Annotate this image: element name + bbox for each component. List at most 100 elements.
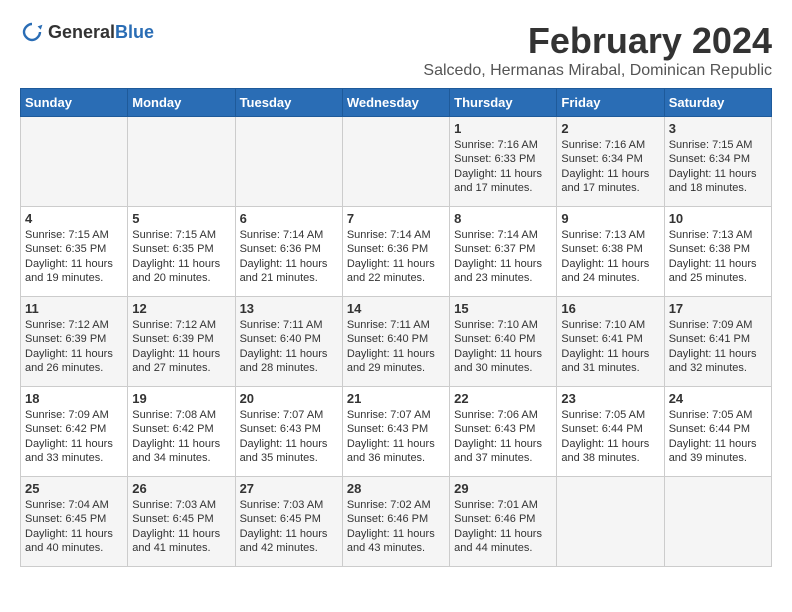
day-info: Sunset: 6:43 PM xyxy=(240,422,338,436)
day-info: Daylight: 11 hours and 31 minutes. xyxy=(561,347,659,376)
day-info: Sunset: 6:35 PM xyxy=(25,242,123,256)
day-info: Sunrise: 7:16 AM xyxy=(561,138,659,152)
location-title: Salcedo, Hermanas Mirabal, Dominican Rep… xyxy=(423,62,772,80)
day-info: Sunrise: 7:10 AM xyxy=(454,318,552,332)
header-row: SundayMondayTuesdayWednesdayThursdayFrid… xyxy=(21,89,772,117)
day-number: 8 xyxy=(454,211,552,226)
day-info: Sunrise: 7:09 AM xyxy=(669,318,767,332)
day-info: Sunset: 6:38 PM xyxy=(561,242,659,256)
day-info: Sunset: 6:36 PM xyxy=(240,242,338,256)
calendar-cell: 11Sunrise: 7:12 AMSunset: 6:39 PMDayligh… xyxy=(21,297,128,387)
header-day: Wednesday xyxy=(342,89,449,117)
day-info: Daylight: 11 hours and 32 minutes. xyxy=(669,347,767,376)
calendar-cell: 4Sunrise: 7:15 AMSunset: 6:35 PMDaylight… xyxy=(21,207,128,297)
calendar-cell: 16Sunrise: 7:10 AMSunset: 6:41 PMDayligh… xyxy=(557,297,664,387)
day-number: 1 xyxy=(454,121,552,136)
day-info: Sunrise: 7:15 AM xyxy=(132,228,230,242)
day-number: 15 xyxy=(454,301,552,316)
day-info: Sunset: 6:39 PM xyxy=(25,332,123,346)
day-info: Sunrise: 7:05 AM xyxy=(669,408,767,422)
day-number: 25 xyxy=(25,481,123,496)
day-info: Sunrise: 7:15 AM xyxy=(25,228,123,242)
calendar-cell: 7Sunrise: 7:14 AMSunset: 6:36 PMDaylight… xyxy=(342,207,449,297)
day-info: Daylight: 11 hours and 30 minutes. xyxy=(454,347,552,376)
day-info: Daylight: 11 hours and 42 minutes. xyxy=(240,527,338,556)
day-info: Daylight: 11 hours and 20 minutes. xyxy=(132,257,230,286)
day-info: Sunset: 6:46 PM xyxy=(347,512,445,526)
day-info: Daylight: 11 hours and 36 minutes. xyxy=(347,437,445,466)
day-info: Sunrise: 7:08 AM xyxy=(132,408,230,422)
calendar-cell xyxy=(128,117,235,207)
day-number: 22 xyxy=(454,391,552,406)
day-info: Sunrise: 7:13 AM xyxy=(561,228,659,242)
calendar-week: 11Sunrise: 7:12 AMSunset: 6:39 PMDayligh… xyxy=(21,297,772,387)
day-number: 13 xyxy=(240,301,338,316)
day-info: Sunset: 6:43 PM xyxy=(454,422,552,436)
calendar-cell: 21Sunrise: 7:07 AMSunset: 6:43 PMDayligh… xyxy=(342,387,449,477)
calendar-cell: 9Sunrise: 7:13 AMSunset: 6:38 PMDaylight… xyxy=(557,207,664,297)
day-number: 9 xyxy=(561,211,659,226)
day-info: Sunset: 6:42 PM xyxy=(132,422,230,436)
day-number: 24 xyxy=(669,391,767,406)
header-day: Monday xyxy=(128,89,235,117)
day-info: Sunrise: 7:04 AM xyxy=(25,498,123,512)
day-info: Daylight: 11 hours and 28 minutes. xyxy=(240,347,338,376)
day-number: 5 xyxy=(132,211,230,226)
calendar-cell: 28Sunrise: 7:02 AMSunset: 6:46 PMDayligh… xyxy=(342,477,449,567)
logo-general: GeneralBlue xyxy=(48,22,154,43)
calendar-cell: 27Sunrise: 7:03 AMSunset: 6:45 PMDayligh… xyxy=(235,477,342,567)
day-info: Sunset: 6:35 PM xyxy=(132,242,230,256)
calendar-cell: 8 Sunrise: 7:14 AMSunset: 6:37 PMDaylight… xyxy=(450,207,557,297)
day-number: 7 xyxy=(347,211,445,226)
day-info: Sunrise: 7:07 AM xyxy=(347,408,445,422)
calendar-week: 18Sunrise: 7:09 AMSunset: 6:42 PMDayligh… xyxy=(21,387,772,477)
day-info: Daylight: 11 hours and 22 minutes. xyxy=(347,257,445,286)
day-info: Sunset: 6:45 PM xyxy=(25,512,123,526)
day-info: Sunrise: 7:11 AM xyxy=(240,318,338,332)
day-info: Sunset: 6:41 PM xyxy=(669,332,767,346)
header: GeneralBlue February 2024 Salcedo, Herma… xyxy=(20,20,772,80)
day-info: Daylight: 11 hours and 26 minutes. xyxy=(25,347,123,376)
calendar-cell: 19Sunrise: 7:08 AMSunset: 6:42 PMDayligh… xyxy=(128,387,235,477)
calendar-cell xyxy=(342,117,449,207)
calendar-cell xyxy=(664,477,771,567)
day-info: Sunrise: 7:11 AM xyxy=(347,318,445,332)
day-number: 12 xyxy=(132,301,230,316)
calendar-week: 25Sunrise: 7:04 AMSunset: 6:45 PMDayligh… xyxy=(21,477,772,567)
day-info: Sunrise: 7:02 AM xyxy=(347,498,445,512)
day-info: Sunrise: 7:14 AM xyxy=(454,228,552,242)
day-info: Daylight: 11 hours and 38 minutes. xyxy=(561,437,659,466)
logo: GeneralBlue xyxy=(20,20,154,44)
header-day: Tuesday xyxy=(235,89,342,117)
day-info: Sunset: 6:41 PM xyxy=(561,332,659,346)
day-info: Sunrise: 7:06 AM xyxy=(454,408,552,422)
day-info: Daylight: 11 hours and 17 minutes. xyxy=(454,167,552,196)
day-info: Daylight: 11 hours and 39 minutes. xyxy=(669,437,767,466)
calendar-cell: 17Sunrise: 7:09 AMSunset: 6:41 PMDayligh… xyxy=(664,297,771,387)
day-info: Sunrise: 7:16 AM xyxy=(454,138,552,152)
calendar-cell: 5 Sunrise: 7:15 AMSunset: 6:35 PMDaylight… xyxy=(128,207,235,297)
day-info: Daylight: 11 hours and 23 minutes. xyxy=(454,257,552,286)
calendar-cell: 3Sunrise: 7:15 AMSunset: 6:34 PMDaylight… xyxy=(664,117,771,207)
title-area: February 2024 Salcedo, Hermanas Mirabal,… xyxy=(423,20,772,80)
day-info: Sunset: 6:42 PM xyxy=(25,422,123,436)
day-info: Daylight: 11 hours and 21 minutes. xyxy=(240,257,338,286)
day-info: Sunset: 6:46 PM xyxy=(454,512,552,526)
calendar-cell: 20Sunrise: 7:07 AMSunset: 6:43 PMDayligh… xyxy=(235,387,342,477)
day-info: Sunset: 6:44 PM xyxy=(669,422,767,436)
day-info: Sunset: 6:45 PM xyxy=(132,512,230,526)
day-info: Sunset: 6:43 PM xyxy=(347,422,445,436)
calendar-cell: 22Sunrise: 7:06 AMSunset: 6:43 PMDayligh… xyxy=(450,387,557,477)
day-info: Sunset: 6:40 PM xyxy=(454,332,552,346)
calendar-cell: 2Sunrise: 7:16 AMSunset: 6:34 PMDaylight… xyxy=(557,117,664,207)
calendar-week: 4Sunrise: 7:15 AMSunset: 6:35 PMDaylight… xyxy=(21,207,772,297)
day-number: 4 xyxy=(25,211,123,226)
day-info: Sunrise: 7:12 AM xyxy=(132,318,230,332)
day-number: 14 xyxy=(347,301,445,316)
day-info: Daylight: 11 hours and 27 minutes. xyxy=(132,347,230,376)
day-info: Daylight: 11 hours and 35 minutes. xyxy=(240,437,338,466)
calendar-cell: 23Sunrise: 7:05 AMSunset: 6:44 PMDayligh… xyxy=(557,387,664,477)
header-day: Thursday xyxy=(450,89,557,117)
day-info: Sunrise: 7:07 AM xyxy=(240,408,338,422)
day-info: Sunset: 6:37 PM xyxy=(454,242,552,256)
